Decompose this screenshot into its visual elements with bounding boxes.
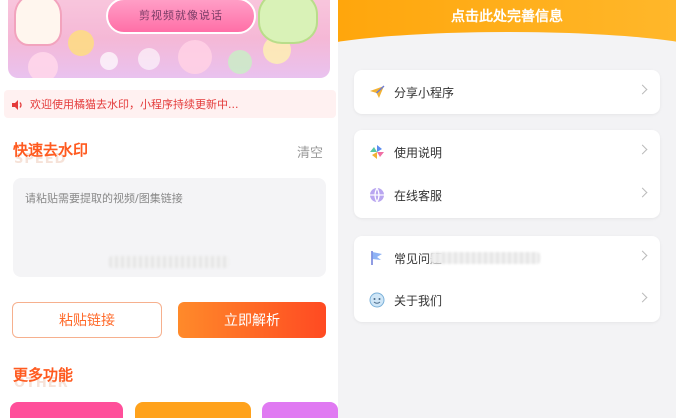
menu-item-label: 使用说明 [394,145,443,160]
link-input-placeholder: 请粘贴需要提取的视频/图集链接 [25,192,183,205]
menu-item-share[interactable]: 分享小程序 [354,72,660,112]
menu-item-faq[interactable]: 常见问题 [354,238,660,278]
feature-tile[interactable] [135,402,251,418]
blurred-content [430,252,540,264]
cat-illustration [14,0,62,46]
menu-item-instructions[interactable]: 使用说明 [354,132,660,172]
right-screen: 点击此处完善信息 分享小程序 使用说明 在线客服 常见问题 关于我们 [338,0,676,418]
menu-card-help: 使用说明 在线客服 [354,130,660,218]
chevron-right-icon [637,84,648,95]
speaker-icon [10,97,24,111]
menu-item-label: 分享小程序 [394,85,455,100]
notice-bar: 欢迎使用橘猫去水印，小程序持续更新中... [4,90,336,118]
pinwheel-icon [368,143,386,161]
menu-item-about-us[interactable]: 关于我们 [354,280,660,320]
quick-section-title: 快速去水印 [13,141,89,159]
promo-banner[interactable]: 剪视频就像说话 [8,0,330,78]
menu-card-about: 常见问题 关于我们 [354,236,660,322]
feature-tile[interactable] [10,402,123,418]
complete-info-link[interactable]: 点击此处完善信息 [338,6,676,26]
banner-text: 剪视频就像说话 [139,9,223,22]
menu-item-label: 在线客服 [394,188,443,203]
feature-tile[interactable] [262,402,338,418]
more-section-title: 更多功能 [13,366,74,384]
banner-plate: 剪视频就像说话 [106,0,256,34]
clear-button[interactable]: 清空 [297,142,323,161]
left-screen: 剪视频就像说话 欢迎使用橘猫去水印，小程序持续更新中... SPEED 快速去水… [0,0,338,418]
parse-now-button[interactable]: 立即解析 [178,302,326,338]
frog-illustration [258,0,318,44]
link-input[interactable]: 请粘贴需要提取的视频/图集链接 [13,178,326,277]
chevron-right-icon [637,250,648,261]
blurred-content [109,256,229,268]
chevron-right-icon [637,144,648,155]
flag-icon [368,249,386,267]
menu-item-customer-service[interactable]: 在线客服 [354,175,660,215]
paper-plane-icon [368,83,386,101]
globe-icon [368,186,386,204]
menu-card-share: 分享小程序 [354,70,660,114]
paste-link-button[interactable]: 粘贴链接 [12,302,162,338]
smiley-icon [368,291,386,309]
chevron-right-icon [637,187,648,198]
menu-item-label: 关于我们 [394,293,443,308]
chevron-right-icon [637,292,648,303]
notice-text: 欢迎使用橘猫去水印，小程序持续更新中... [30,98,239,111]
